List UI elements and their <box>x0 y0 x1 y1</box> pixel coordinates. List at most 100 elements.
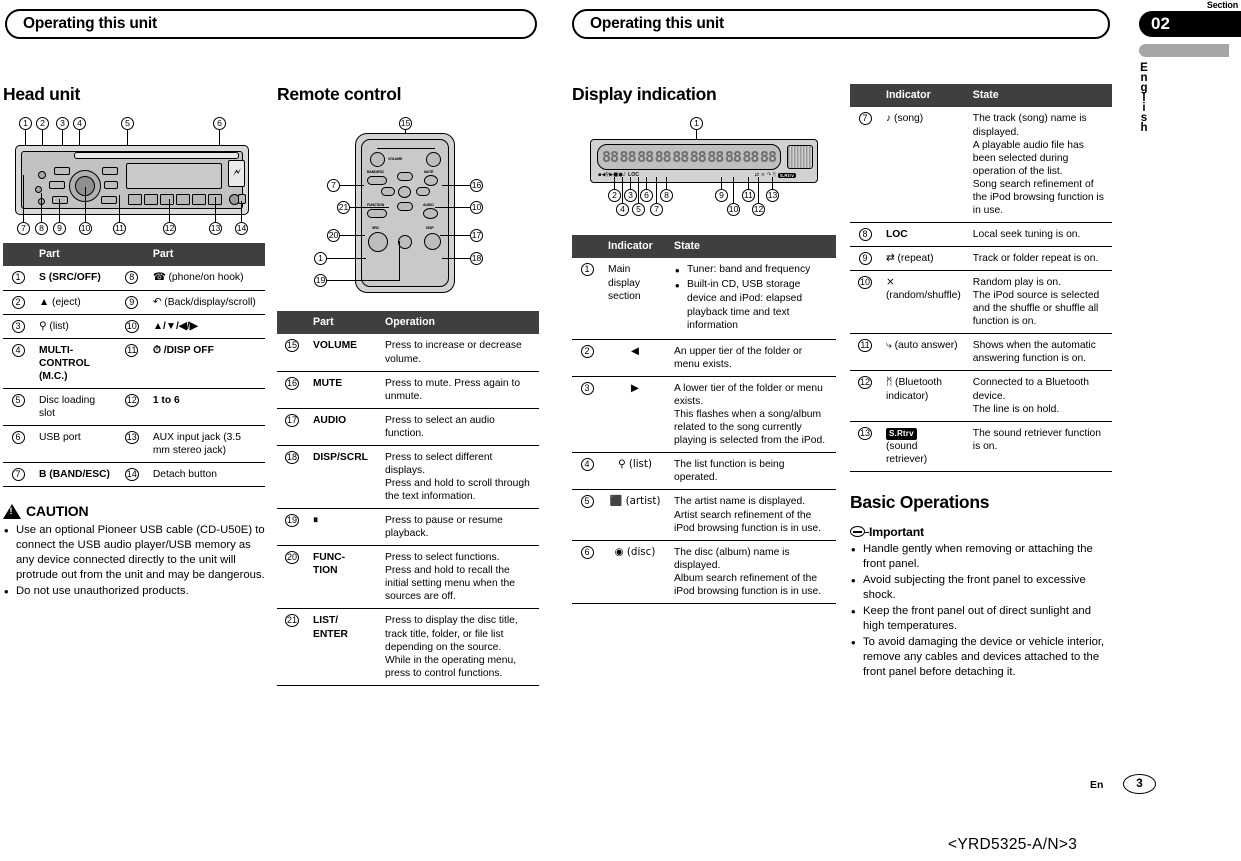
column-remote-control: Remote control 15 VOLUME BAND/ESC MUTE F… <box>277 84 539 686</box>
col-indicator: Indicator <box>602 235 668 259</box>
circled-number: 6 <box>580 545 594 559</box>
part-name: S (SRC/OFF) <box>39 272 101 284</box>
state-text: The list function is being operated. <box>668 452 836 490</box>
circled-number: 2 <box>11 295 25 309</box>
row-number: 4 <box>572 452 602 490</box>
callout-12: 12 <box>163 222 176 235</box>
table-row: 21 LIST/ENTER Press to display the disc ti… <box>277 608 539 686</box>
circled-number: 4 <box>11 343 25 357</box>
callout-3-display: 3 <box>624 189 637 202</box>
circled-number: 3 <box>580 382 594 396</box>
indicator-symbol: ◉ (disc) <box>602 539 668 604</box>
table-row: 5 Disc loading slot 12 1 to 6 <box>3 387 265 426</box>
circled-number: 20 <box>284 551 299 565</box>
table-row: 20 FUNC- TION Press to select functions. Pre… <box>277 545 539 609</box>
table-row: 16 MUTE Press to mute. Press again to unmu… <box>277 370 539 409</box>
part-name: ⚲ (list) <box>33 313 117 339</box>
part-name: ▲/▼/◀/▶ <box>146 313 265 339</box>
row-number: 7 <box>3 462 33 488</box>
callout-15: 15 <box>399 117 412 130</box>
list-button <box>54 167 70 175</box>
col-num <box>277 311 307 335</box>
indicator-symbol: ⬛ (artist) <box>602 489 668 541</box>
preset-3 <box>160 194 174 205</box>
src-off-button <box>38 171 46 179</box>
part-name: FUNC- TION <box>307 545 379 609</box>
list-enter-button <box>398 186 411 198</box>
col-operation: Operation <box>379 311 539 335</box>
callout-10-remote: 10 <box>470 201 483 214</box>
operation-text: Press to select different displays. Press… <box>379 444 539 509</box>
srtv-badge: S.Rtrv <box>886 427 917 440</box>
callout-9-display: 9 <box>715 189 728 202</box>
disp-scrl-button <box>424 233 441 250</box>
row-number: 21 <box>277 608 307 686</box>
part-name: MUTE <box>307 370 379 409</box>
part-name: AUX input jack (3.5 mm stereo jack) <box>146 424 265 463</box>
table-row: 5 ⬛ (artist) The artist name is displayed.… <box>572 489 836 541</box>
running-header-right: Operating this unit <box>572 9 1110 39</box>
table-row: 2 ▲ (eject) 9 ↶ (Back/display/scroll) <box>3 289 265 315</box>
circled-number: 12 <box>124 393 139 407</box>
mute-label: MUTE <box>424 170 434 174</box>
basic-operations-title: Basic Operations <box>850 491 990 512</box>
pause-button <box>398 235 412 249</box>
table-row: 8 LOC Local seek tuning is on. <box>850 221 1112 247</box>
col-indicator: Indicator <box>880 84 967 108</box>
row-number: 17 <box>277 407 307 446</box>
part-name: ☎ (phone/on hook) <box>152 272 244 284</box>
col-part: Part <box>307 311 379 335</box>
head-unit-body <box>15 145 249 215</box>
row-number: 8 <box>850 221 880 247</box>
callout-5-display: 5 <box>632 203 645 216</box>
part-name: ↶ (Back/display/scroll) <box>146 289 265 315</box>
caution-list: Use an optional Pioneer USB cable (CD-U5… <box>3 522 265 600</box>
table-row: 15 VOLUME Press to increase or decrease vo… <box>277 334 539 371</box>
head-unit-illustration: 1 2 3 4 5 6 🗲 7 8 9 10 11 12 13 14 <box>3 117 261 237</box>
indicator-symbol: ⤷ (auto answer) <box>880 333 967 371</box>
indicator-symbol: LOC <box>880 221 967 247</box>
dpad-left <box>381 187 395 196</box>
circled-number: 5 <box>580 495 594 509</box>
circled-number: 3 <box>11 319 25 333</box>
part-name: B (BAND/ESC) <box>33 462 117 488</box>
manual-page: Operating this unit Operating this unit … <box>0 0 1241 861</box>
circled-number: 10 <box>124 319 139 333</box>
callout-7: 7 <box>17 222 30 235</box>
footer-document-code: <YRD5325-A/N>3 <box>948 836 1078 853</box>
col-num-b <box>116 243 147 267</box>
head-unit-title: Head unit <box>3 84 81 104</box>
row-number: 11 <box>116 337 147 389</box>
display-indication-table: Indicator State 1 Main display section Tun… <box>572 235 836 604</box>
part-name: ⏱ /DISP OFF <box>146 337 265 389</box>
callout-19: 19 <box>314 274 327 287</box>
preset-button-row <box>128 194 222 205</box>
remote-control-parts-body: 15 VOLUME Press to increase or decrease vo… <box>277 334 539 686</box>
callout-6-display: 6 <box>640 189 653 202</box>
src-label: SRC <box>372 226 379 230</box>
part-name: ▲ (eject) <box>33 289 117 315</box>
preset-1 <box>128 194 142 205</box>
callout-16: 16 <box>470 179 483 192</box>
usb-port-icon <box>228 160 245 187</box>
callout-8: 8 <box>35 222 48 235</box>
callout-11-display: 11 <box>742 189 755 202</box>
list-item: Avoid subjecting the front panel to exce… <box>850 572 1112 603</box>
row-number: 16 <box>277 370 307 409</box>
warning-triangle-icon <box>3 503 21 519</box>
arrow-down-button <box>101 196 117 204</box>
circled-number: 21 <box>284 614 299 628</box>
part-name: MULTI-CONTROL (M.C.) <box>33 337 117 389</box>
row-number: 6 <box>3 424 33 463</box>
section-label: Section <box>1206 0 1238 10</box>
indicator-symbol: ⚲ (list) <box>602 452 668 490</box>
col-state: State <box>966 84 1112 108</box>
state-text: An upper tier of the folder or menu exis… <box>668 338 836 377</box>
callout-1-remote: 1 <box>314 252 327 265</box>
callout-7-remote: 7 <box>327 179 340 192</box>
state-text: The sound retriever function is on. <box>966 420 1112 472</box>
state-text: The disc (album) name is displayed. Album… <box>668 539 836 604</box>
table-row: 9 ⇄ (repeat) Track or folder repeat is on. <box>850 246 1112 271</box>
circled-number: 12 <box>857 376 872 390</box>
srtv-indicator: S.Rtrv <box>777 172 796 178</box>
